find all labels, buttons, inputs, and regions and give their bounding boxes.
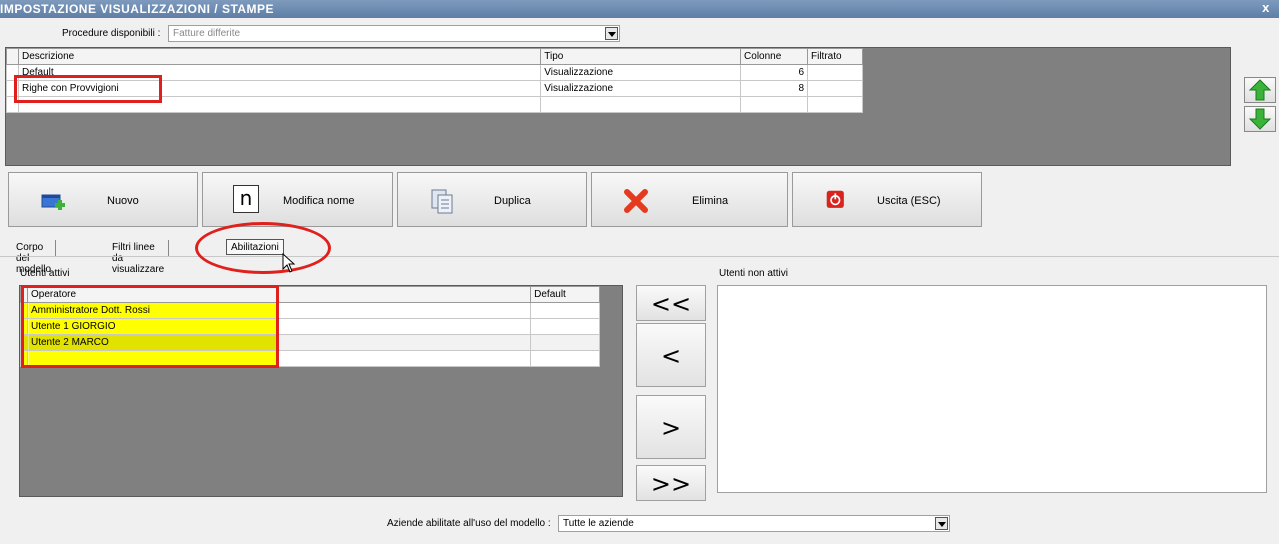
procedure-select[interactable]: Fatture differite xyxy=(168,25,620,42)
cell-colonne[interactable]: 6 xyxy=(740,64,808,81)
uscita-label: Uscita (ESC) xyxy=(877,195,941,207)
nuovo-button[interactable]: Nuovo xyxy=(8,172,198,227)
chevron-down-icon[interactable] xyxy=(935,517,948,530)
duplica-label: Duplica xyxy=(494,195,531,207)
cell-filtrato[interactable] xyxy=(807,64,863,81)
aziende-label: Aziende abilitate all'uso del modello : xyxy=(387,518,551,529)
cell-filtrato[interactable] xyxy=(807,80,863,97)
move-up-button[interactable] xyxy=(1244,77,1276,103)
delete-icon xyxy=(624,189,648,213)
move-all-left-button[interactable]: << xyxy=(636,285,706,321)
move-right-button[interactable]: > xyxy=(636,395,706,459)
cell-colonne[interactable]: 8 xyxy=(740,80,808,97)
arrow-up-icon xyxy=(1248,79,1272,101)
power-icon xyxy=(826,190,844,208)
tab-corpo-modello[interactable]: Corpo del modello xyxy=(12,240,57,275)
move-all-right-button[interactable]: >> xyxy=(636,465,706,501)
column-header-default[interactable]: Default xyxy=(530,286,600,303)
add-window-icon xyxy=(41,194,65,210)
duplica-button[interactable]: Duplica xyxy=(397,172,587,227)
procedure-value: Fatture differite xyxy=(173,28,241,39)
procedure-label: Procedure disponibili : xyxy=(62,28,161,39)
highlight-ellipse xyxy=(195,222,331,274)
highlight-box xyxy=(21,285,279,368)
chevron-down-icon[interactable] xyxy=(605,27,618,40)
cell-tipo[interactable]: Visualizzazione xyxy=(540,64,742,81)
move-left-button[interactable]: < xyxy=(636,323,706,387)
column-header-filtrato[interactable]: Filtrato xyxy=(807,48,863,65)
modifica-nome-label: Modifica nome xyxy=(283,195,355,207)
cell-tipo[interactable]: Visualizzazione xyxy=(540,80,742,97)
column-header-tipo[interactable]: Tipo xyxy=(540,48,742,65)
rename-icon: n xyxy=(233,185,259,213)
mouse-cursor-icon xyxy=(282,253,296,273)
close-icon[interactable]: x xyxy=(1259,1,1273,15)
nuovo-label: Nuovo xyxy=(107,195,139,207)
window-title: IMPOSTAZIONE VISUALIZZAZIONI / STAMPE xyxy=(0,2,275,16)
inactive-users-list[interactable] xyxy=(717,285,1267,493)
move-down-button[interactable] xyxy=(1244,106,1276,132)
uscita-button[interactable]: Uscita (ESC) xyxy=(792,172,982,227)
utenti-non-attivi-label: Utenti non attivi xyxy=(719,268,788,279)
tab-filtri-linee[interactable]: Filtri linee da visualizzare xyxy=(108,240,170,275)
modifica-nome-button[interactable]: n Modifica nome xyxy=(202,172,393,227)
arrow-down-icon xyxy=(1248,108,1272,130)
utenti-attivi-label: Utenti attivi xyxy=(20,268,70,279)
highlight-box xyxy=(14,75,162,103)
column-header-colonne[interactable]: Colonne xyxy=(740,48,808,65)
elimina-button[interactable]: Elimina xyxy=(591,172,788,227)
column-header-descrizione[interactable]: Descrizione xyxy=(17,48,542,65)
row-header-cell xyxy=(6,48,19,65)
window-titlebar: IMPOSTAZIONE VISUALIZZAZIONI / STAMPE x xyxy=(0,0,1279,18)
tab-divider xyxy=(0,256,1279,257)
elimina-label: Elimina xyxy=(692,195,729,207)
aziende-value: Tutte le aziende xyxy=(563,518,634,529)
duplicate-icon xyxy=(431,189,453,214)
aziende-select[interactable]: Tutte le aziende xyxy=(558,515,950,532)
